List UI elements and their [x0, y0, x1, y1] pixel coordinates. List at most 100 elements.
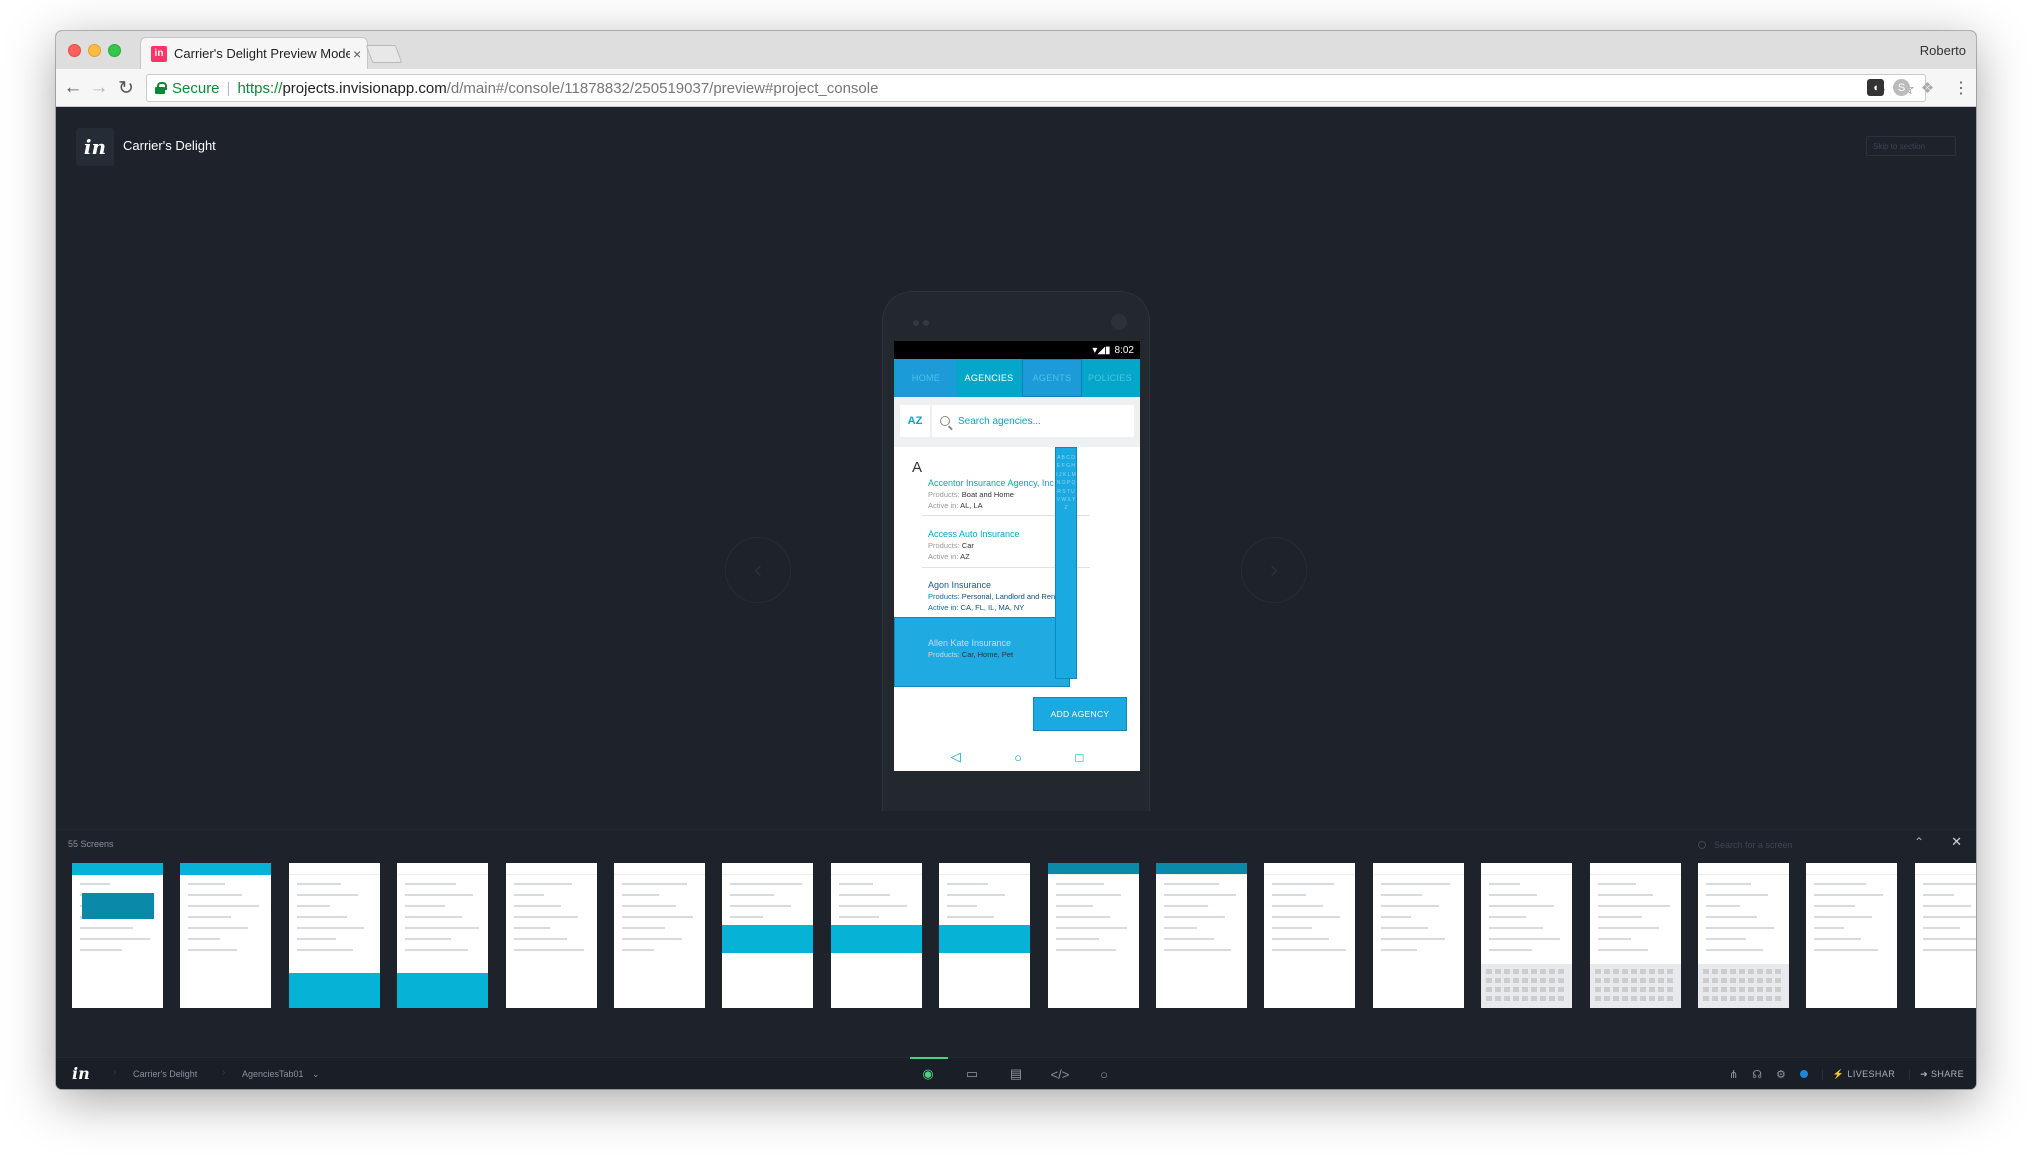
- search-icon: [940, 416, 950, 426]
- chevron-up-icon[interactable]: ⌃: [1914, 835, 1924, 849]
- preview-mode-eye-icon[interactable]: ◉: [910, 1057, 948, 1086]
- build-mode-icon[interactable]: ▭: [960, 1062, 984, 1086]
- screen-thumbnail[interactable]: AssigningPolicyFl...: [1481, 863, 1573, 1013]
- screen-thumbnail[interactable]: AgentProfile01-D...: [831, 863, 923, 1013]
- inspect-code-icon[interactable]: </>: [1048, 1062, 1072, 1086]
- reload-icon[interactable]: ↻: [115, 77, 137, 99]
- screen-thumbnail[interactable]: HomeTab04.1: [180, 863, 272, 1013]
- screen-thumbnail[interactable]: AgencyProfile01-...: [397, 863, 489, 1013]
- new-tab-button[interactable]: [365, 45, 403, 63]
- add-agency-button[interactable]: ADD AGENCY: [1033, 697, 1127, 731]
- forward-arrow-icon[interactable]: →: [88, 77, 110, 99]
- breadcrumb-screen[interactable]: AgenciesTab01: [242, 1069, 304, 1079]
- tab-agencies[interactable]: AGENCIES: [956, 359, 1022, 397]
- thumbnail-preview: [1373, 863, 1464, 1008]
- screen-search-input[interactable]: Search for a screen: [1698, 836, 1858, 854]
- thumbnail-preview: [1481, 863, 1572, 1008]
- breadcrumb-separator: ›: [222, 1067, 226, 1078]
- chevron-down-icon[interactable]: ⌄: [312, 1069, 320, 1080]
- agency-products: Car, Home, Pet: [961, 650, 1014, 659]
- screen-thumbnail[interactable]: AssigningPolicyFl...: [1373, 863, 1465, 1013]
- back-arrow-icon[interactable]: ←: [62, 77, 84, 99]
- screen-thumbnails: HomeTab04HomeTab04.1AgencyProfile01Agenc…: [72, 863, 1976, 1013]
- screen-thumbnail[interactable]: AssigningPolicyFl...: [1264, 863, 1356, 1013]
- tab-home-hotspot[interactable]: HOME: [896, 359, 956, 397]
- invision-logo[interactable]: in: [72, 1064, 90, 1083]
- pocket-extension-icon[interactable]: ◖: [1867, 79, 1884, 96]
- search-row: AZ Search agencies...: [894, 397, 1140, 447]
- profile-name[interactable]: Roberto: [1920, 43, 1966, 58]
- tab-policies[interactable]: POLICIES: [1082, 359, 1138, 397]
- screen-thumbnail[interactable]: AgentProfile01.1...: [939, 863, 1031, 1013]
- tab-agents-hotspot[interactable]: AGENTS: [1022, 359, 1082, 397]
- alphabet-scroller[interactable]: A B C D E F G H I J K L M N O P Q R S T …: [1055, 447, 1077, 679]
- tab-close-icon[interactable]: ×: [353, 46, 361, 62]
- screen-thumbnail[interactable]: AgencyProfile01: [289, 863, 381, 1013]
- skip-button[interactable]: Skip to section: [1866, 136, 1956, 156]
- screen-thumbnail[interactable]: AgencyProfile01.1: [506, 863, 598, 1013]
- share-button[interactable]: ➜ SHARE: [1909, 1068, 1964, 1080]
- dropbox-extension-icon[interactable]: ❖: [1919, 79, 1936, 97]
- search-placeholder: Search agencies...: [958, 415, 1041, 427]
- agency-list: A Accentor Insurance Agency, Inc Product…: [894, 447, 1140, 727]
- recents-square-icon[interactable]: □: [1075, 750, 1083, 765]
- lock-icon: [155, 82, 167, 94]
- screen-thumbnail[interactable]: AgentProfile01.2...: [1048, 863, 1140, 1013]
- active-label: Active in:: [928, 552, 959, 561]
- tab-title: Carrier's Delight Preview Mode: [174, 46, 350, 61]
- agency-products: Personal, Landlord and Renters: [961, 592, 1068, 601]
- liveshare-button[interactable]: ⚡ LIVESHAR: [1821, 1068, 1895, 1080]
- screen-thumbnail[interactable]: AssigningPol...: [1915, 863, 1976, 1013]
- address-bar[interactable]: Secure | https:// projects.invisionapp.c…: [146, 74, 1926, 102]
- active-label: Active in:: [928, 603, 959, 612]
- browser-menu-icon[interactable]: ⋮: [1953, 79, 1969, 97]
- close-icon[interactable]: ✕: [1951, 834, 1962, 850]
- search-agencies-input[interactable]: Search agencies...: [932, 405, 1134, 437]
- thumbnail-preview: [1698, 863, 1789, 1008]
- screen-thumbnail[interactable]: AgentProfile01: [722, 863, 814, 1013]
- screen-thumbnail[interactable]: AssigningPolicyFl...: [1806, 863, 1898, 1013]
- thumbnail-preview: [614, 863, 705, 1008]
- footer-bar: in › Carrier's Delight › AgenciesTab01 ⌄…: [56, 1057, 1976, 1089]
- close-window-button[interactable]: [68, 44, 81, 57]
- screen-thumbnail[interactable]: HomeTab04: [72, 863, 164, 1013]
- thumbnail-preview: [1915, 863, 1976, 1008]
- screen-thumbnail[interactable]: AssigningPolicyFl...: [1698, 863, 1790, 1013]
- screen-thumbnail[interactable]: AgentProfile01.3...: [1156, 863, 1248, 1013]
- thumbnail-preview: [397, 863, 488, 1008]
- products-label: Products:: [928, 541, 960, 550]
- screen-thumbnail[interactable]: AssigningPolicyFl...: [1590, 863, 1682, 1013]
- minimize-window-button[interactable]: [88, 44, 101, 57]
- screen-thumbnail[interactable]: AgencyProfile01.2: [614, 863, 706, 1013]
- home-circle-icon[interactable]: ○: [1014, 750, 1022, 765]
- secure-label: Secure: [172, 79, 220, 97]
- thumbnail-preview: [72, 863, 163, 1008]
- products-label: Products:: [928, 592, 960, 601]
- thumbnail-preview: [1264, 863, 1355, 1008]
- status-time: 8:02: [1114, 344, 1134, 356]
- maximize-window-button[interactable]: [108, 44, 121, 57]
- project-title: Carrier's Delight: [123, 138, 216, 153]
- next-screen-button[interactable]: ›: [1241, 537, 1307, 603]
- comment-mode-icon[interactable]: ▤: [1004, 1062, 1028, 1086]
- headphones-icon[interactable]: ☊: [1752, 1068, 1762, 1081]
- thumbnail-preview: [1048, 863, 1139, 1008]
- history-mode-icon[interactable]: ○: [1092, 1062, 1116, 1086]
- invision-logo[interactable]: in: [76, 128, 114, 166]
- section-letter: A: [912, 459, 923, 476]
- android-nav-bar: ◁ ○ □: [894, 743, 1140, 771]
- browser-tab[interactable]: in Carrier's Delight Preview Mode ×: [140, 37, 368, 69]
- thumbnail-preview: [180, 863, 271, 1008]
- thumbnail-preview: [1806, 863, 1897, 1008]
- back-triangle-icon[interactable]: ◁: [951, 749, 961, 765]
- screens-count: 55 Screens: [68, 839, 114, 849]
- url-path: /d/main#/console/11878832/250519037/prev…: [446, 79, 879, 97]
- sort-az-button[interactable]: AZ: [900, 405, 930, 437]
- device-hardware-buttons: [883, 785, 1149, 799]
- previous-screen-button[interactable]: ‹: [725, 537, 791, 603]
- share-network-icon[interactable]: ⋔: [1729, 1068, 1738, 1081]
- settings-gear-icon[interactable]: ⚙: [1776, 1068, 1786, 1081]
- active-label: Active in:: [928, 501, 959, 510]
- breadcrumb-project[interactable]: Carrier's Delight: [133, 1069, 197, 1079]
- skype-extension-icon[interactable]: S: [1893, 79, 1910, 96]
